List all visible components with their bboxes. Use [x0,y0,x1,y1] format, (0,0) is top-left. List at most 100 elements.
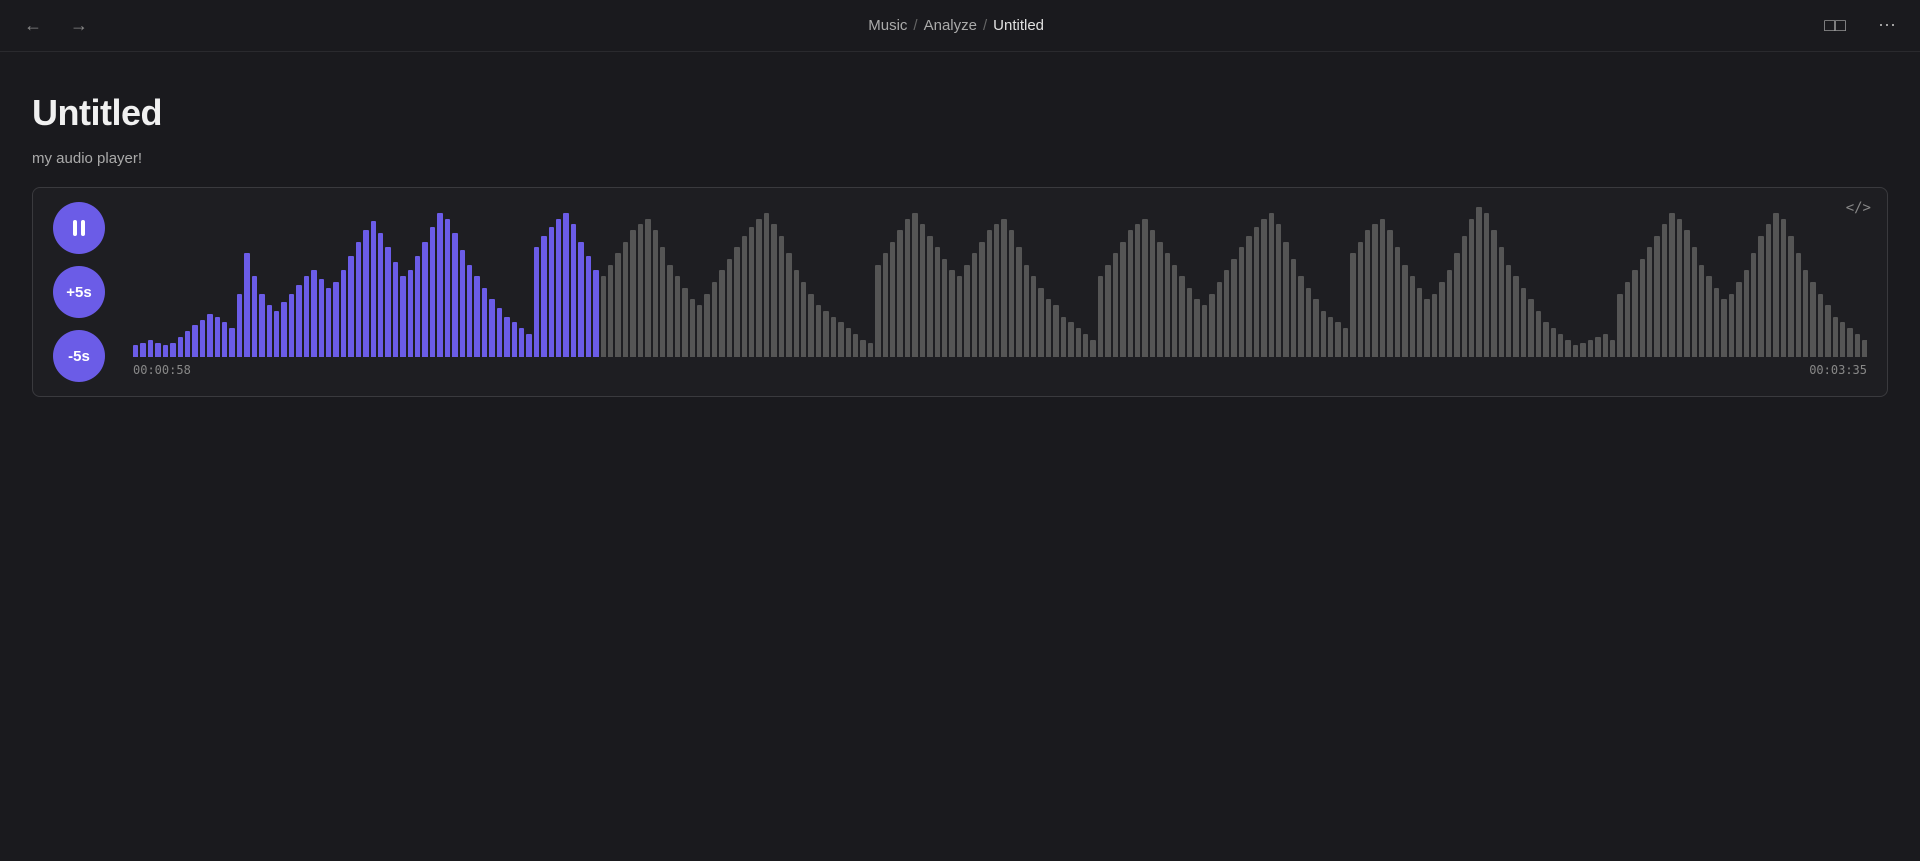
waveform-canvas[interactable] [133,207,1867,357]
sidebar-toggle-button[interactable]: □□ [1816,11,1854,40]
waveform-bar[interactable] [1372,224,1377,357]
forward-button[interactable]: → [62,11,96,40]
waveform-bar[interactable] [1825,305,1830,357]
waveform-bar[interactable] [1662,224,1667,357]
waveform-bar[interactable] [1654,236,1659,357]
waveform-bar[interactable] [1499,247,1504,357]
waveform-bar[interactable] [1513,276,1518,357]
waveform-bar[interactable] [1565,340,1570,357]
waveform-bar[interactable] [348,256,353,357]
waveform-bar[interactable] [393,262,398,357]
waveform-bar[interactable] [1484,213,1489,357]
waveform-bar[interactable] [764,213,769,357]
waveform-bar[interactable] [1224,270,1229,357]
code-embed-button[interactable]: </> [1846,200,1871,216]
waveform-bar[interactable] [482,288,487,357]
waveform-bar[interactable] [207,314,212,357]
waveform-bar[interactable] [400,276,405,357]
waveform-bar[interactable] [1595,337,1600,357]
waveform-bar[interactable] [259,294,264,357]
waveform-bar[interactable] [682,288,687,357]
waveform-bar[interactable] [957,276,962,357]
waveform-bar[interactable] [1142,219,1147,357]
waveform-bar[interactable] [883,253,888,357]
waveform-bar[interactable] [1788,236,1793,357]
waveform-bar[interactable] [296,285,301,357]
waveform-bar[interactable] [1083,334,1088,357]
waveform-bar[interactable] [1128,230,1133,357]
waveform-bar[interactable] [1617,294,1622,357]
waveform-bar[interactable] [1150,230,1155,357]
waveform-bar[interactable] [460,250,465,357]
waveform-bar[interactable] [1625,282,1630,357]
waveform-bar[interactable] [1335,322,1340,357]
waveform-bar[interactable] [571,224,576,357]
waveform-bar[interactable] [1306,288,1311,357]
waveform-bar[interactable] [630,230,635,357]
waveform-bar[interactable] [178,337,183,357]
waveform-bar[interactable] [319,279,324,357]
waveform-bar[interactable] [148,340,153,357]
waveform-bar[interactable] [1380,219,1385,357]
waveform-bar[interactable] [1031,276,1036,357]
waveform-bar[interactable] [467,265,472,357]
waveform-bar[interactable] [1521,288,1526,357]
waveform-bar[interactable] [897,230,902,357]
waveform-bar[interactable] [860,340,865,357]
waveform-bar[interactable] [1231,259,1236,357]
waveform-bar[interactable] [1283,242,1288,357]
waveform-bar[interactable] [1239,247,1244,357]
waveform-bar[interactable] [504,317,509,357]
waveform-bar[interactable] [1068,322,1073,357]
waveform-bar[interactable] [1113,253,1118,357]
waveform-bar[interactable] [727,259,732,357]
waveform-bar[interactable] [942,259,947,357]
waveform-bar[interactable] [1706,276,1711,357]
waveform-bar[interactable] [229,328,234,357]
waveform-bar[interactable] [638,224,643,357]
waveform-bar[interactable] [1736,282,1741,357]
waveform-bar[interactable] [1603,334,1608,357]
waveform-bar[interactable] [779,236,784,357]
waveform-bar[interactable] [215,317,220,357]
waveform-bar[interactable] [853,334,858,357]
waveform-bar[interactable] [742,236,747,357]
waveform-bar[interactable] [1187,288,1192,357]
waveform-bar[interactable] [437,213,442,357]
waveform-bar[interactable] [163,345,168,357]
waveform-bar[interactable] [1669,213,1674,357]
waveform-bar[interactable] [1395,247,1400,357]
waveform-bar[interactable] [1350,253,1355,357]
waveform-bar[interactable] [1640,259,1645,357]
waveform-bar[interactable] [601,276,606,357]
waveform-bar[interactable] [1833,317,1838,357]
waveform-wrapper[interactable]: 00:00:58 00:03:35 [133,207,1867,377]
waveform-bar[interactable] [593,270,598,357]
waveform-bar[interactable] [719,270,724,357]
waveform-bar[interactable] [801,282,806,357]
waveform-bar[interactable] [326,288,331,357]
waveform-bar[interactable] [972,253,977,357]
waveform-bar[interactable] [1269,213,1274,357]
waveform-bar[interactable] [875,265,880,357]
waveform-bar[interactable] [645,219,650,357]
waveform-bar[interactable] [192,325,197,357]
waveform-bar[interactable] [979,242,984,357]
waveform-bar[interactable] [823,311,828,357]
waveform-bar[interactable] [838,322,843,357]
waveform-bar[interactable] [987,230,992,357]
waveform-bar[interactable] [1120,242,1125,357]
waveform-bar[interactable] [1410,276,1415,357]
waveform-bar[interactable] [133,345,138,357]
waveform-bar[interactable] [1358,242,1363,357]
waveform-bar[interactable] [1194,299,1199,357]
waveform-bar[interactable] [623,242,628,357]
waveform-bar[interactable] [1061,317,1066,357]
waveform-bar[interactable] [1543,322,1548,357]
waveform-bar[interactable] [794,270,799,357]
waveform-bar[interactable] [586,256,591,357]
waveform-bar[interactable] [304,276,309,357]
waveform-bar[interactable] [541,236,546,357]
waveform-bar[interactable] [808,294,813,357]
waveform-bar[interactable] [512,322,517,357]
